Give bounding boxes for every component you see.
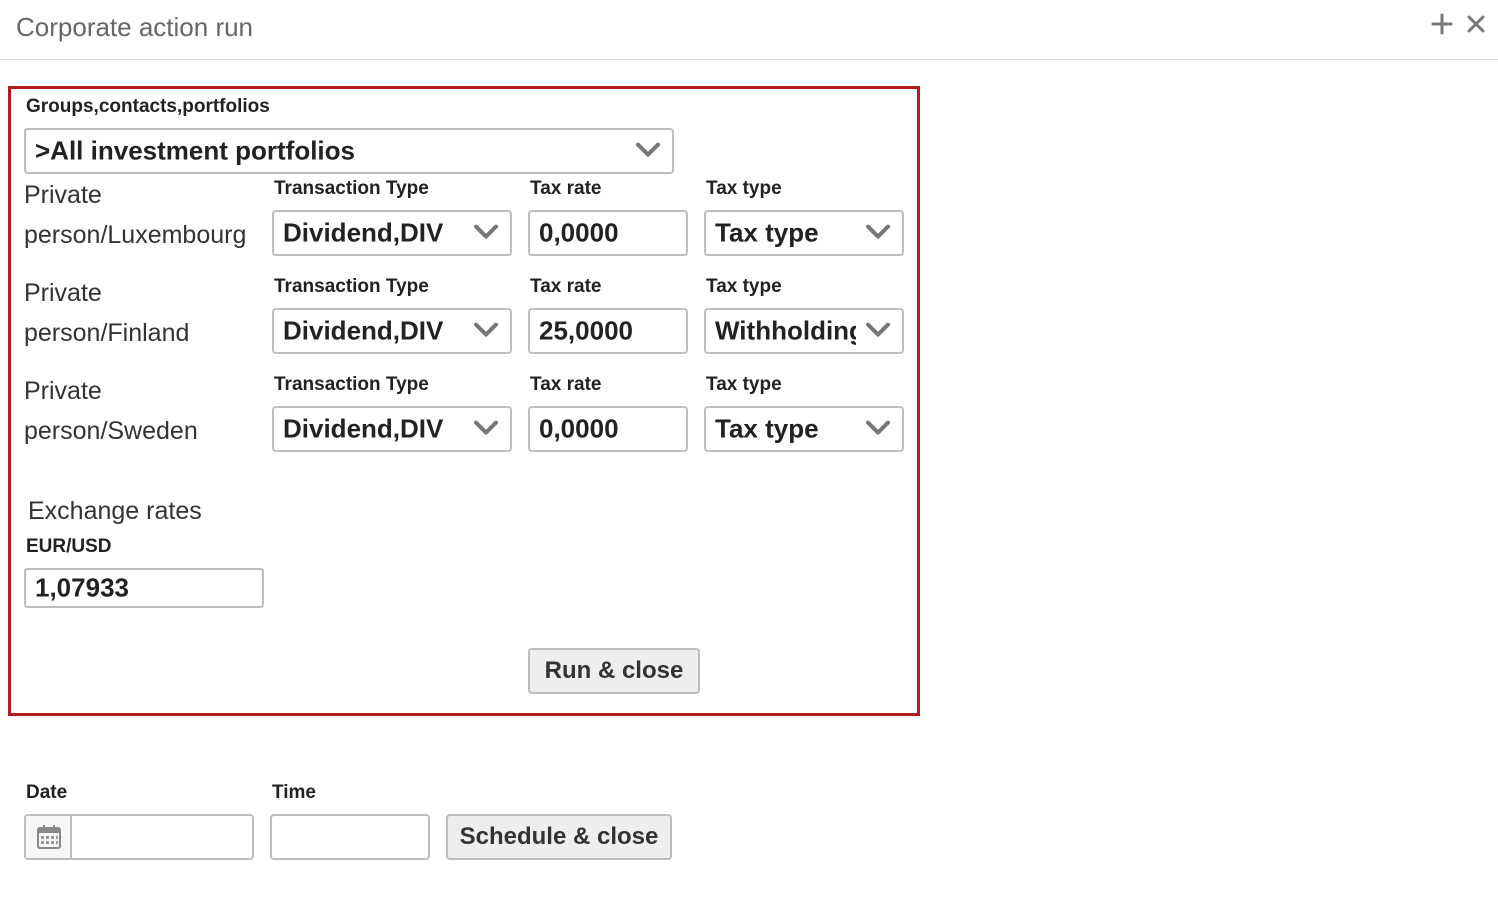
exchange-rate-input[interactable]: 1,07933: [24, 568, 264, 608]
time-input[interactable]: [270, 814, 430, 860]
chevron-down-icon: [474, 420, 498, 435]
groups-label: Groups,contacts,portfolios: [26, 96, 270, 117]
transaction-type-select-luxembourg[interactable]: Dividend,DIV: [272, 210, 512, 256]
chevron-down-icon: [866, 224, 890, 239]
tax-rate-input-sweden[interactable]: 0,0000: [528, 406, 688, 452]
plus-icon[interactable]: [1430, 12, 1454, 42]
chevron-down-icon: [474, 322, 498, 337]
tax-type-value: Withholding: [715, 315, 856, 346]
tax-rate-label: Tax rate: [530, 374, 602, 395]
row-name-finland-line1: Private: [24, 279, 102, 307]
tax-rate-value: 25,0000: [539, 315, 633, 346]
time-label: Time: [272, 782, 317, 803]
run-close-button[interactable]: Run & close: [528, 648, 700, 694]
window-header: Corporate action run: [0, 0, 1498, 60]
date-label: Date: [26, 782, 68, 803]
corporate-action-panel: [8, 86, 920, 716]
transaction-type-value: Dividend,DIV: [283, 217, 444, 248]
window-title: Corporate action run: [16, 12, 254, 42]
tax-rate-label: Tax rate: [530, 178, 602, 199]
tax-type-label: Tax type: [706, 374, 782, 395]
groups-select-value: >All investment portfolios: [35, 135, 355, 166]
exchange-rate-value: 1,07933: [35, 572, 129, 603]
tax-type-label: Tax type: [706, 178, 782, 199]
exchange-pair-label: EUR/USD: [26, 536, 112, 557]
chevron-down-icon: [866, 420, 890, 435]
tax-rate-value: 0,0000: [539, 217, 619, 248]
calendar-button[interactable]: [26, 816, 72, 858]
row-name-luxembourg-line2: person/Luxembourg: [24, 221, 247, 249]
calendar-icon: [37, 825, 61, 849]
date-input[interactable]: [24, 814, 254, 860]
tax-rate-input-finland[interactable]: 25,0000: [528, 308, 688, 354]
tax-type-select-sweden[interactable]: Tax type: [704, 406, 904, 452]
schedule-close-button[interactable]: Schedule & close: [446, 814, 672, 860]
transaction-type-label: Transaction Type: [274, 276, 429, 297]
tax-rate-label: Tax rate: [530, 276, 602, 297]
transaction-type-label: Transaction Type: [274, 178, 429, 199]
chevron-down-icon: [866, 322, 890, 337]
transaction-type-value: Dividend,DIV: [283, 413, 444, 444]
transaction-type-select-sweden[interactable]: Dividend,DIV: [272, 406, 512, 452]
chevron-down-icon: [636, 142, 660, 157]
row-name-sweden-line2: person/Sweden: [24, 417, 198, 445]
transaction-type-select-finland[interactable]: Dividend,DIV: [272, 308, 512, 354]
close-icon[interactable]: [1464, 12, 1488, 42]
tax-rate-input-luxembourg[interactable]: 0,0000: [528, 210, 688, 256]
tax-type-select-finland[interactable]: Withholding: [704, 308, 904, 354]
tax-type-value: Tax type: [715, 217, 819, 248]
row-name-finland-line2: person/Finland: [24, 319, 190, 347]
tax-type-label: Tax type: [706, 276, 782, 297]
row-name-sweden-line1: Private: [24, 377, 102, 405]
exchange-rates-heading: Exchange rates: [28, 497, 202, 525]
chevron-down-icon: [474, 224, 498, 239]
transaction-type-label: Transaction Type: [274, 374, 429, 395]
groups-select[interactable]: >All investment portfolios: [24, 128, 674, 174]
tax-rate-value: 0,0000: [539, 413, 619, 444]
transaction-type-value: Dividend,DIV: [283, 315, 444, 346]
tax-type-value: Tax type: [715, 413, 819, 444]
tax-type-select-luxembourg[interactable]: Tax type: [704, 210, 904, 256]
row-name-luxembourg-line1: Private: [24, 181, 102, 209]
